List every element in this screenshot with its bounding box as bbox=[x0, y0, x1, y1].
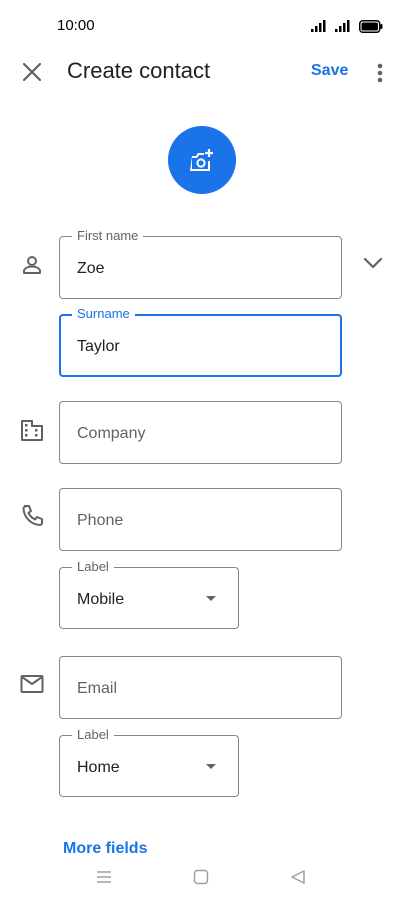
first-name-field[interactable]: First name Zoe bbox=[59, 228, 342, 299]
page-title: Create contact bbox=[67, 58, 211, 83]
email-label-dropdown[interactable]: Label Home bbox=[59, 727, 239, 797]
battery-icon bbox=[359, 19, 383, 33]
status-time: 10:00 bbox=[57, 17, 95, 34]
dropdown-arrow-icon bbox=[206, 596, 216, 601]
expand-name-button[interactable] bbox=[360, 250, 386, 276]
add-photo-icon bbox=[190, 149, 213, 171]
chevron-down-icon bbox=[363, 257, 383, 269]
save-button[interactable]: Save bbox=[311, 62, 348, 80]
surname-label: Surname bbox=[72, 306, 135, 321]
phone-label-value: Mobile bbox=[77, 591, 125, 608]
phone-label-caption: Label bbox=[72, 559, 114, 574]
nav-menu-button[interactable] bbox=[96, 870, 118, 888]
business-icon bbox=[18, 416, 46, 444]
phone-icon bbox=[18, 502, 46, 530]
signal-icon-2 bbox=[335, 20, 350, 32]
email-placeholder: Email bbox=[77, 680, 118, 697]
system-nav-bar bbox=[0, 858, 405, 902]
more-fields-button[interactable]: More fields bbox=[63, 840, 147, 858]
close-icon bbox=[23, 63, 41, 81]
company-field[interactable]: Company bbox=[59, 401, 342, 464]
add-photo-button[interactable] bbox=[168, 126, 236, 194]
back-triangle-icon bbox=[291, 870, 305, 884]
close-button[interactable] bbox=[16, 56, 48, 88]
person-icon bbox=[18, 251, 46, 279]
home-square-icon bbox=[193, 869, 209, 885]
surname-field[interactable]: Surname Taylor bbox=[59, 306, 342, 377]
company-placeholder: Company bbox=[77, 425, 146, 442]
status-icons bbox=[311, 18, 383, 34]
email-label-caption: Label bbox=[72, 727, 114, 742]
signal-icon bbox=[311, 20, 326, 32]
dropdown-arrow-icon bbox=[206, 764, 216, 769]
email-label-value: Home bbox=[77, 759, 120, 776]
email-icon bbox=[18, 670, 46, 698]
first-name-value: Zoe bbox=[77, 260, 105, 277]
email-field[interactable]: Email bbox=[59, 656, 342, 719]
nav-home-button[interactable] bbox=[193, 869, 213, 889]
more-vert-icon bbox=[377, 63, 383, 83]
create-contact-screen: 10:00 Create contact Save First name Zoe… bbox=[0, 0, 405, 902]
menu-icon bbox=[97, 871, 111, 883]
phone-placeholder: Phone bbox=[77, 512, 124, 529]
phone-field[interactable]: Phone bbox=[59, 488, 342, 551]
more-options-button[interactable] bbox=[370, 60, 390, 86]
first-name-label: First name bbox=[72, 228, 144, 243]
nav-back-button[interactable] bbox=[290, 869, 310, 889]
phone-label-dropdown[interactable]: Label Mobile bbox=[59, 559, 239, 629]
surname-value: Taylor bbox=[77, 338, 120, 355]
